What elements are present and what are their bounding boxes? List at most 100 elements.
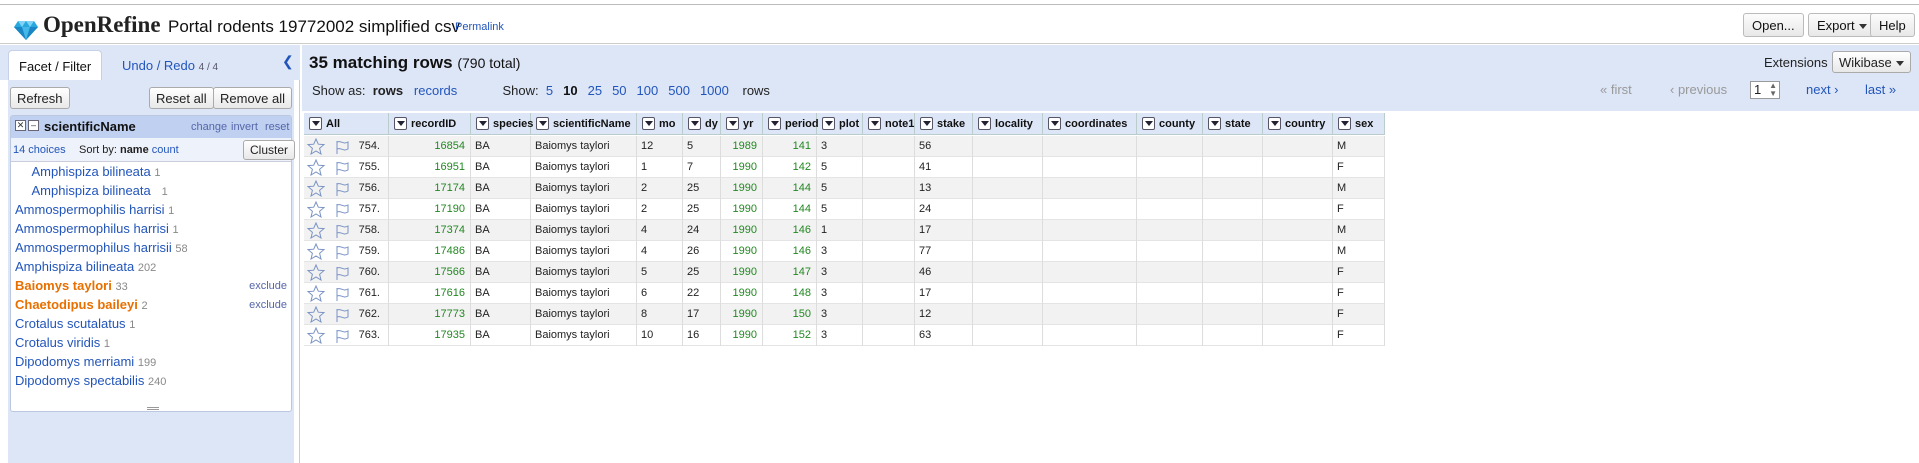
column-menu-icon[interactable] (868, 117, 881, 130)
cell-locality[interactable] (973, 220, 1043, 241)
next-page-link[interactable]: next › (1806, 82, 1839, 97)
column-menu-icon[interactable] (1338, 117, 1351, 130)
cell-state[interactable] (1203, 325, 1263, 346)
cell-sex[interactable]: F (1333, 199, 1385, 220)
help-button[interactable]: Help (1870, 13, 1915, 37)
cell-recordid[interactable]: 17935 (389, 325, 471, 346)
column-header-mo[interactable]: mo (637, 113, 683, 135)
cell-plot[interactable]: 3 (817, 325, 863, 346)
page-size-option[interactable]: 5 (546, 83, 553, 98)
column-header-county[interactable]: county (1137, 113, 1203, 135)
cell-mo[interactable]: 2 (637, 178, 683, 199)
column-header-note1[interactable]: note1 (863, 113, 915, 135)
column-header-coordinates[interactable]: coordinates (1043, 113, 1137, 135)
cell-coordinates[interactable] (1043, 157, 1137, 178)
cell-state[interactable] (1203, 178, 1263, 199)
cell-period[interactable]: 147 (763, 262, 817, 283)
facet-change-link[interactable]: change (191, 121, 227, 133)
cell-yr[interactable]: 1990 (721, 283, 763, 304)
cell-sex[interactable]: M (1333, 220, 1385, 241)
tab-facet-filter[interactable]: Facet / Filter (8, 50, 103, 80)
cell-plot[interactable]: 1 (817, 220, 863, 241)
cell-mo[interactable]: 1 (637, 157, 683, 178)
facet-choice[interactable]: Ammospermophilis harrisi 1 (11, 202, 291, 221)
cell-scientificname[interactable]: Baiomys taylori (531, 241, 637, 262)
cell-stake[interactable]: 41 (915, 157, 973, 178)
column-header-species[interactable]: species (471, 113, 533, 135)
show-records-option[interactable]: records (414, 83, 457, 98)
column-header-yr[interactable]: yr (721, 113, 763, 135)
cell-sex[interactable]: M (1333, 178, 1385, 199)
facet-reset-link[interactable]: reset (265, 121, 289, 133)
column-header-country[interactable]: country (1263, 113, 1333, 135)
cell-mo[interactable]: 4 (637, 220, 683, 241)
cell-yr[interactable]: 1990 (721, 325, 763, 346)
column-menu-icon[interactable] (642, 117, 655, 130)
cell-note1[interactable] (863, 283, 915, 304)
cell-period[interactable]: 144 (763, 178, 817, 199)
cell-note1[interactable] (863, 199, 915, 220)
cell-coordinates[interactable] (1043, 199, 1137, 220)
cell-species[interactable]: BA (471, 262, 531, 283)
cell-note1[interactable] (863, 325, 915, 346)
column-header-plot[interactable]: plot (817, 113, 863, 135)
cell-yr[interactable]: 1990 (721, 157, 763, 178)
cell-county[interactable] (1137, 157, 1203, 178)
cell-scientificname[interactable]: Baiomys taylori (531, 262, 637, 283)
cell-country[interactable] (1263, 283, 1333, 304)
star-icon[interactable] (307, 180, 325, 197)
star-icon[interactable] (307, 138, 325, 155)
star-icon[interactable] (307, 285, 325, 302)
column-menu-icon[interactable] (768, 117, 781, 130)
facet-choice[interactable]: Crotalus viridis 1 (11, 335, 291, 354)
cell-county[interactable] (1137, 325, 1203, 346)
cell-mo[interactable]: 5 (637, 262, 683, 283)
page-size-option[interactable]: 50 (612, 83, 626, 98)
star-icon[interactable] (307, 264, 325, 281)
cell-species[interactable]: BA (471, 304, 531, 325)
cell-dy[interactable]: 17 (683, 304, 721, 325)
cell-period[interactable]: 152 (763, 325, 817, 346)
cell-plot[interactable]: 5 (817, 157, 863, 178)
cell-plot[interactable]: 5 (817, 199, 863, 220)
flag-icon[interactable] (334, 328, 350, 344)
cell-dy[interactable]: 5 (683, 136, 721, 157)
cell-species[interactable]: BA (471, 283, 531, 304)
facet-choice[interactable]: Dipodomys merriami 199 (11, 354, 291, 373)
cell-species[interactable]: BA (471, 199, 531, 220)
cell-stake[interactable]: 13 (915, 178, 973, 199)
flag-icon[interactable] (334, 181, 350, 197)
cell-species[interactable]: BA (471, 325, 531, 346)
cell-note1[interactable] (863, 220, 915, 241)
cell-stake[interactable]: 24 (915, 199, 973, 220)
collapse-panel-icon[interactable]: ❮ (282, 53, 296, 69)
column-header-scientificname[interactable]: scientificName (531, 113, 637, 135)
cell-note1[interactable] (863, 262, 915, 283)
cell-scientificname[interactable]: Baiomys taylori (531, 157, 637, 178)
column-header-stake[interactable]: stake (915, 113, 973, 135)
cell-period[interactable]: 150 (763, 304, 817, 325)
cell-scientificname[interactable]: Baiomys taylori (531, 220, 637, 241)
column-header-period[interactable]: period (763, 113, 819, 135)
column-header-all[interactable]: All (304, 113, 389, 135)
cell-sex[interactable]: F (1333, 325, 1385, 346)
facet-invert-link[interactable]: invert (231, 121, 258, 133)
page-size-option[interactable]: 1000 (700, 83, 729, 98)
cell-stake[interactable]: 77 (915, 241, 973, 262)
column-menu-icon[interactable] (309, 117, 322, 130)
cell-locality[interactable] (973, 325, 1043, 346)
exclude-link[interactable]: exclude (249, 299, 287, 311)
facet-choice[interactable]: Crotalus scutalatus 1 (11, 316, 291, 335)
cell-locality[interactable] (973, 283, 1043, 304)
cell-plot[interactable]: 3 (817, 136, 863, 157)
cell-sex[interactable]: F (1333, 283, 1385, 304)
column-menu-icon[interactable] (726, 117, 739, 130)
cell-scientificname[interactable]: Baiomys taylori (531, 325, 637, 346)
page-size-option[interactable]: 500 (668, 83, 690, 98)
cell-coordinates[interactable] (1043, 262, 1137, 283)
cell-mo[interactable]: 6 (637, 283, 683, 304)
cell-state[interactable] (1203, 262, 1263, 283)
star-icon[interactable] (307, 201, 325, 218)
facet-choice[interactable]: Amphispiza bilineata 1 (11, 183, 291, 202)
cell-sex[interactable]: F (1333, 262, 1385, 283)
